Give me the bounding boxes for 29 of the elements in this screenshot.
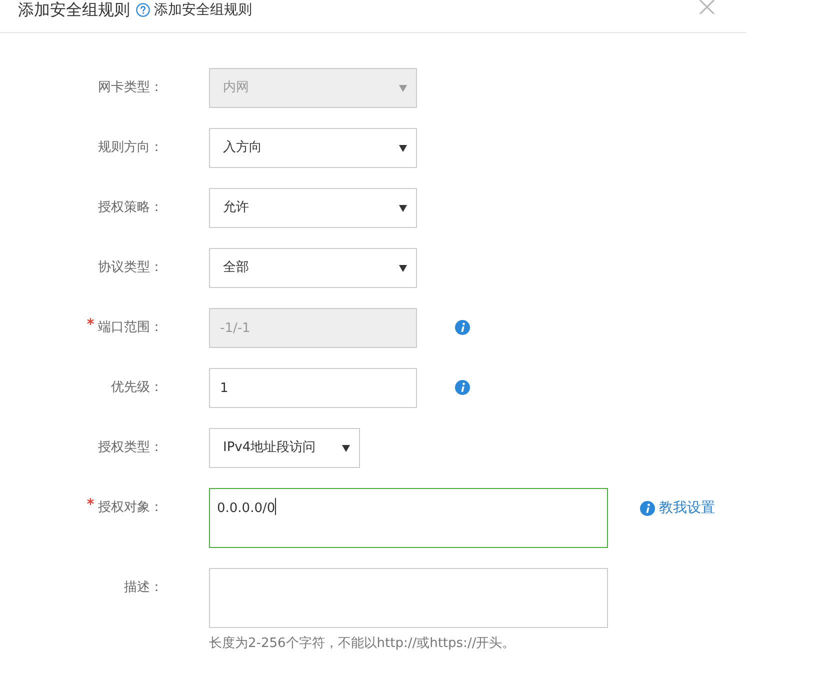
dropdown[interactable]: 全部 <box>209 248 417 288</box>
help-link[interactable]: 添加安全组规则 <box>154 0 252 20</box>
field-label: 描述： <box>124 580 163 595</box>
field-label: 授权类型： <box>98 440 163 455</box>
field-label: 网卡类型： <box>98 80 163 95</box>
dropdown[interactable]: 允许 <box>209 188 417 228</box>
field-label: 优先级： <box>111 380 163 395</box>
hint-text: 长度为2-256个字符，不能以http://或https://开头。 <box>209 635 516 653</box>
dialog-title: 添加安全组规则 <box>18 0 130 20</box>
field-label: 授权对象： <box>98 500 163 515</box>
info-icon <box>640 500 655 516</box>
close-button[interactable] <box>698 0 716 14</box>
caret-icon <box>399 84 407 92</box>
field-label: 协议类型： <box>98 260 163 275</box>
help-link[interactable]: 教我设置 <box>640 488 715 528</box>
textarea-field[interactable]: 0.0.0.0/0 <box>209 488 608 548</box>
field-label: 规则方向： <box>98 140 163 155</box>
field-label: 授权策略： <box>98 200 163 215</box>
textarea-field[interactable] <box>209 568 608 628</box>
dropdown[interactable]: IPv4地址段访问 <box>209 428 360 468</box>
close-icon <box>698 0 716 14</box>
help-icon <box>136 3 150 17</box>
caret-icon <box>399 264 407 272</box>
field-label: 端口范围： <box>98 320 163 335</box>
caret-icon <box>399 144 407 152</box>
caret-icon <box>399 204 407 212</box>
dropdown[interactable]: 入方向 <box>209 128 417 168</box>
text-input[interactable]: 1 <box>209 368 417 408</box>
caret-icon <box>342 444 350 452</box>
